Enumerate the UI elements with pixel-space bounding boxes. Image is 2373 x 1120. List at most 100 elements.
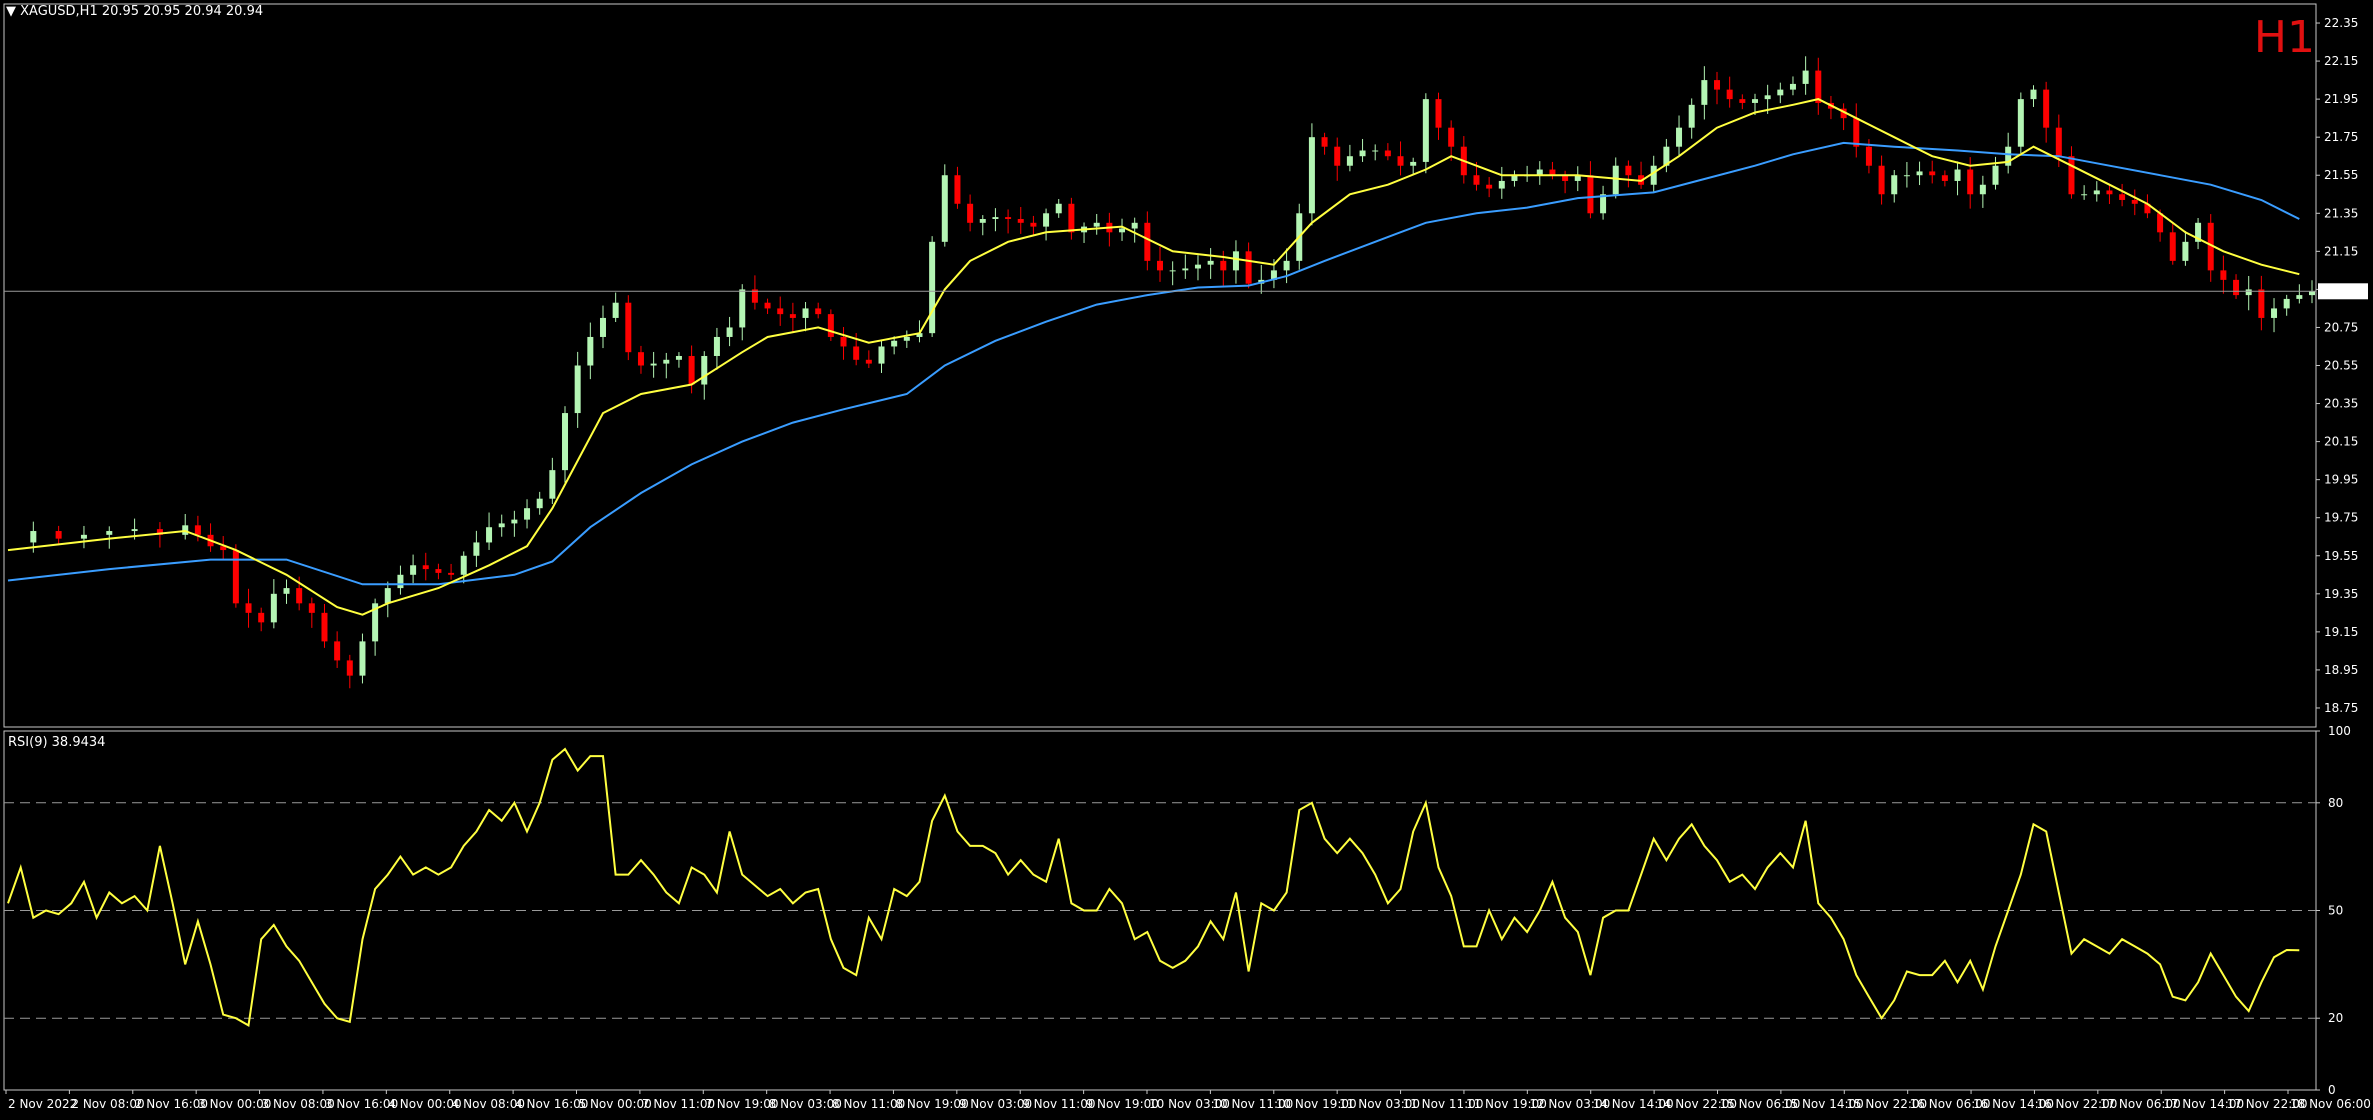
price-axis-label: 21.75 — [2324, 130, 2358, 144]
time-axis-label: 8 Nov 03:00 — [769, 1097, 842, 1111]
bull-candle — [2081, 194, 2088, 196]
bear-candle — [296, 588, 303, 604]
bear-candle — [1726, 89, 1733, 100]
bull-candle — [1789, 83, 1796, 90]
time-axis-label: 2 Nov 16:00 — [135, 1097, 208, 1111]
bear-candle — [1435, 99, 1442, 128]
bear-candle — [2169, 232, 2176, 261]
bear-candle — [815, 308, 822, 315]
bull-candle — [802, 308, 809, 318]
bull-candle — [739, 289, 746, 328]
bull-candle — [1777, 89, 1784, 96]
bull-candle — [726, 327, 733, 337]
bull-candle — [473, 542, 480, 556]
bull-candle — [1283, 260, 1290, 271]
rsi-line — [7, 747, 2300, 1027]
price-axis-label: 19.55 — [2324, 549, 2358, 563]
price-axis-label: 20.75 — [2324, 320, 2358, 334]
bear-candle — [435, 569, 442, 573]
bull-candle — [1688, 104, 1695, 128]
bull-candle — [599, 317, 606, 337]
bull-candle — [2283, 298, 2290, 309]
bear-candle — [1739, 99, 1746, 103]
timeframe-label: H1 — [2253, 12, 2315, 63]
bull-candle — [80, 534, 87, 539]
bear-candle — [1714, 80, 1721, 90]
time-axis-label: 4 Nov 08:00 — [452, 1097, 525, 1111]
time-axis-label: 7 Nov 11:00 — [642, 1097, 715, 1111]
price-axis-label: 19.15 — [2324, 625, 2358, 639]
bull-candle — [675, 355, 682, 360]
time-axis-label: 7 Nov 19:00 — [705, 1097, 778, 1111]
bear-candle — [2131, 199, 2138, 204]
time-axis-label: 8 Nov 11:00 — [832, 1097, 905, 1111]
bull-candle — [2093, 190, 2100, 195]
bear-candle — [2233, 279, 2240, 296]
bear-candle — [1384, 150, 1391, 157]
bull-candle — [511, 519, 518, 524]
chart-canvas[interactable]: 22.3522.1521.9521.7521.5521.3521.1520.95… — [0, 0, 2373, 1116]
bull-candle — [1119, 228, 1126, 233]
bull-candle — [1954, 169, 1961, 181]
bull-candle — [498, 523, 505, 528]
price-axis-label: 21.35 — [2324, 206, 2358, 220]
bear-candle — [55, 531, 62, 539]
bull-candle — [1979, 184, 1986, 195]
bull-candle — [1207, 260, 1214, 265]
bull-candle — [1232, 251, 1239, 271]
bear-candle — [1587, 175, 1594, 214]
bull-candle — [562, 413, 569, 471]
bear-candle — [1334, 146, 1341, 166]
bull-candle — [1903, 175, 1910, 177]
bull-candle — [1093, 222, 1100, 227]
bear-candle — [789, 314, 796, 318]
bull-candle — [941, 175, 948, 242]
bull-candle — [2309, 291, 2315, 296]
bull-candle — [283, 588, 290, 594]
bear-candle — [1486, 184, 1493, 189]
bear-candle — [308, 603, 315, 613]
price-axis-label: 18.75 — [2324, 701, 2358, 715]
bull-candle — [486, 527, 493, 543]
bear-candle — [1929, 171, 1936, 176]
bull-candle — [1182, 268, 1189, 271]
bear-candle — [967, 203, 974, 223]
bear-candle — [853, 346, 860, 360]
bull-candle — [1891, 175, 1898, 195]
bear-candle — [321, 612, 328, 642]
bull-candle — [1676, 127, 1683, 147]
price-axis-label: 22.15 — [2324, 54, 2358, 68]
bull-candle — [1359, 150, 1366, 157]
bull-candle — [1055, 203, 1062, 214]
bear-candle — [1157, 260, 1163, 271]
bear-candle — [346, 660, 353, 676]
price-axis-label: 22.35 — [2324, 16, 2358, 30]
bull-candle — [270, 593, 277, 623]
bull-candle — [891, 340, 898, 347]
bull-candle — [536, 498, 543, 509]
rsi-axis-label: 50 — [2328, 904, 2343, 918]
bear-candle — [1144, 222, 1151, 261]
time-axis-label: 4 Nov 16:00 — [515, 1097, 588, 1111]
bull-candle — [524, 508, 531, 520]
bull-candle — [878, 346, 885, 364]
slow-moving-average-line — [7, 141, 2300, 586]
time-axis-label: 2 Nov 2022 — [8, 1097, 77, 1111]
bear-candle — [954, 175, 961, 204]
bull-candle — [2182, 241, 2189, 261]
bull-candle — [1346, 156, 1353, 166]
bear-candle — [1941, 175, 1948, 181]
time-axis-label: 8 Nov 19:00 — [895, 1097, 968, 1111]
bear-candle — [2106, 190, 2113, 195]
bear-candle — [777, 308, 784, 315]
price-axis-label: 20.55 — [2324, 359, 2358, 373]
bear-candle — [625, 302, 632, 353]
bull-candle — [2245, 289, 2252, 296]
chart-window: 22.3522.1521.9521.7521.5521.3521.1520.95… — [0, 0, 2373, 1116]
bear-candle — [1068, 203, 1075, 233]
rsi-axis-label: 80 — [2328, 796, 2343, 810]
bear-candle — [1245, 251, 1252, 284]
price-axis-label: 19.35 — [2324, 587, 2358, 601]
bull-candle — [1751, 99, 1758, 103]
bear-candle — [1878, 165, 1885, 195]
